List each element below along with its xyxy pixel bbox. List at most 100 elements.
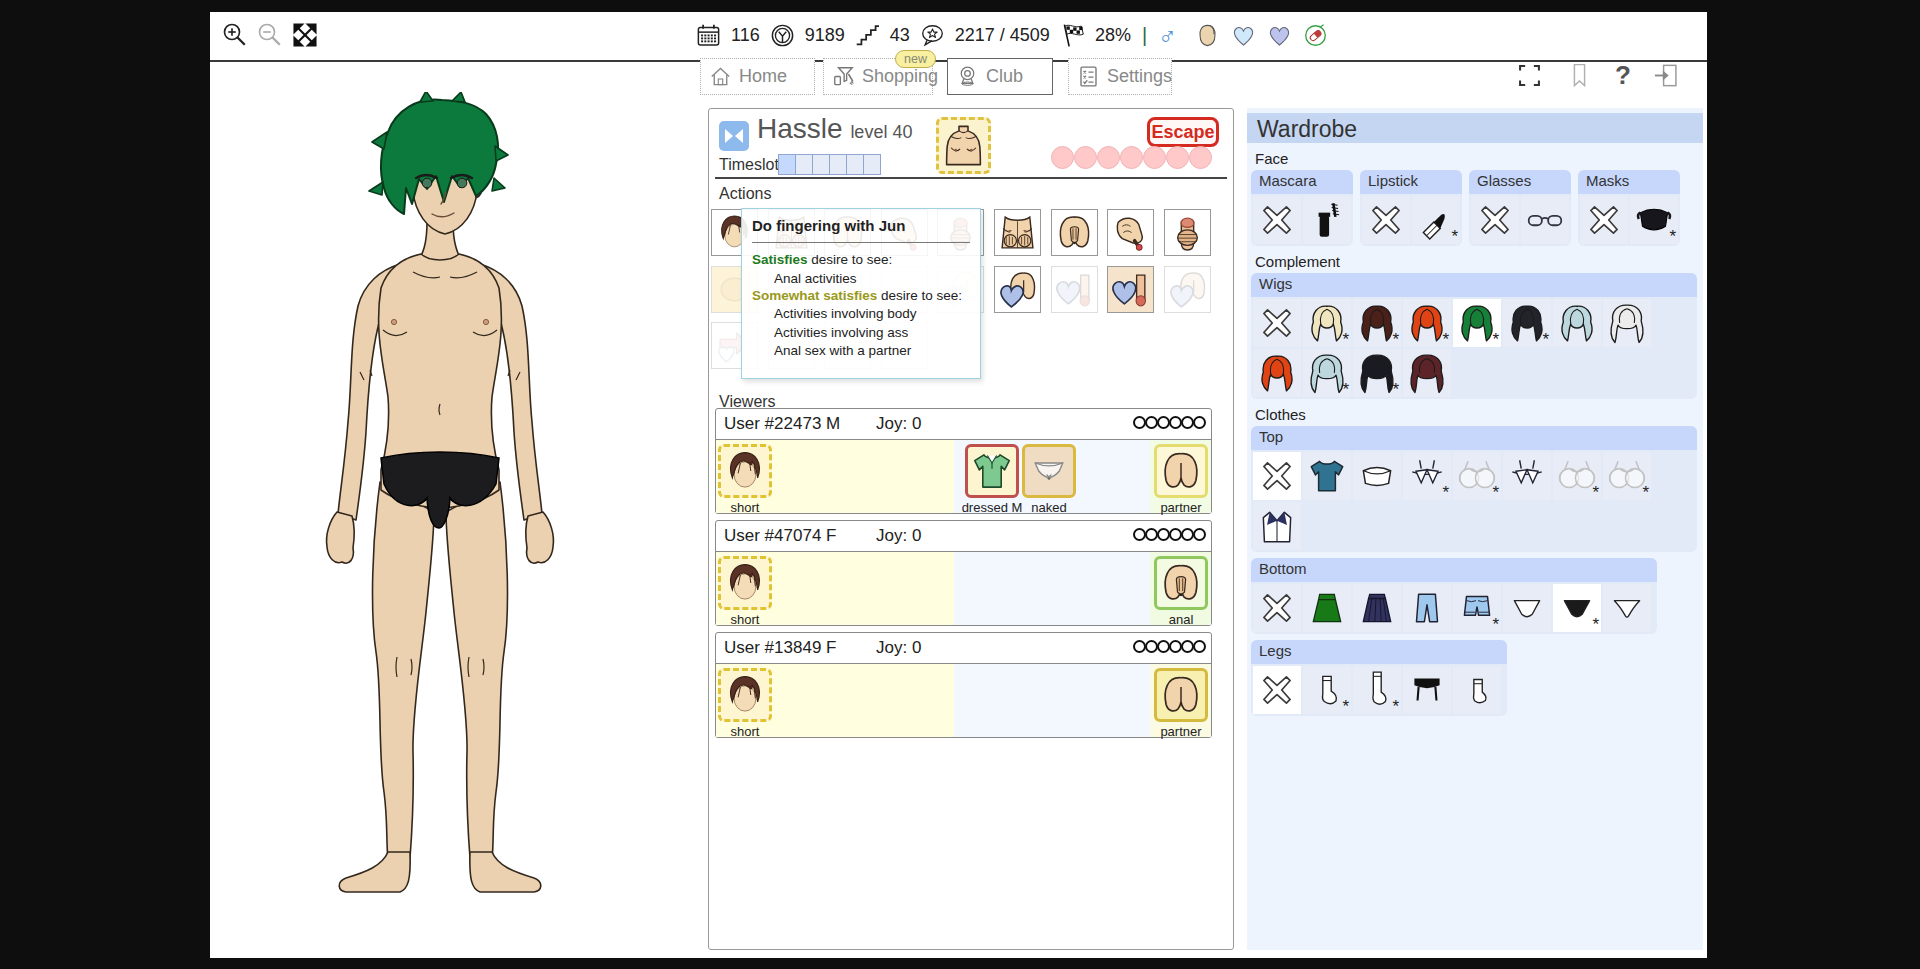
wardrobe-item-bra[interactable]: * xyxy=(1453,452,1501,500)
viewer-icon-partner[interactable] xyxy=(1154,444,1208,498)
calendar-icon xyxy=(695,22,722,49)
viewer-zone-blue xyxy=(954,552,1150,625)
wardrobe-item-lipstick[interactable]: * xyxy=(1412,196,1460,244)
wardrobe-panel-bottom: Bottom** xyxy=(1251,558,1657,634)
owned-star: * xyxy=(1342,330,1349,350)
timeslot-segment xyxy=(846,154,864,175)
action-butt-heart[interactable] xyxy=(1164,266,1211,313)
nav-home[interactable]: Home xyxy=(700,58,815,95)
viewer-icon-naked[interactable] xyxy=(1022,444,1076,498)
wardrobe-item-wig[interactable]: * xyxy=(1353,299,1401,347)
wardrobe-item-wig[interactable]: * xyxy=(1503,299,1551,347)
viewer-icon-partner[interactable] xyxy=(1154,668,1208,722)
action-grip[interactable] xyxy=(1164,209,1211,256)
viewer-avatar[interactable] xyxy=(718,668,772,722)
owned-star: * xyxy=(1442,330,1449,350)
action-butt-hand[interactable] xyxy=(1051,209,1098,256)
wardrobe-panel: Wardrobe FaceMascaraLipstick*GlassesMask… xyxy=(1247,108,1703,950)
wardrobe-item-panties[interactable]: * xyxy=(1553,584,1601,632)
viewer-icon-dressed-m[interactable] xyxy=(965,444,1019,498)
wardrobe-item-mascara-none[interactable] xyxy=(1253,196,1301,244)
wardrobe-title: Wardrobe xyxy=(1247,113,1703,143)
owned-star: * xyxy=(1592,615,1599,635)
heart-slot[interactable] xyxy=(1051,146,1074,169)
exit-icon[interactable] xyxy=(1652,61,1681,90)
heart-slot[interactable] xyxy=(1166,146,1189,169)
action-butt-heart[interactable] xyxy=(994,266,1041,313)
desire-pip xyxy=(1193,640,1206,653)
wardrobe-item-garter[interactable] xyxy=(1403,666,1451,714)
wardrobe-item-pants[interactable] xyxy=(1403,584,1451,632)
heart-slot[interactable] xyxy=(1097,146,1120,169)
wardrobe-item-bra[interactable]: * xyxy=(1553,452,1601,500)
nav-club[interactable]: Club xyxy=(947,58,1053,95)
wardrobe-item-kneesock[interactable]: * xyxy=(1353,666,1401,714)
action-heart-penis[interactable] xyxy=(1107,266,1154,313)
wardrobe-item-wig2[interactable] xyxy=(1403,349,1451,397)
character-figure xyxy=(300,92,580,916)
help-icon[interactable]: ? xyxy=(1615,60,1631,91)
wardrobe-item-skirt[interactable] xyxy=(1303,584,1351,632)
wardrobe-item-pleated[interactable] xyxy=(1353,584,1401,632)
wardrobe-item-jacket[interactable] xyxy=(1253,502,1301,550)
wardrobe-item-legs-none[interactable] xyxy=(1253,666,1301,714)
figure-left-hand xyxy=(327,512,355,563)
wardrobe-item-masks-none[interactable] xyxy=(1580,196,1628,244)
wardrobe-item-wig2[interactable]: * xyxy=(1353,349,1401,397)
wardrobe-item-wig[interactable] xyxy=(1553,299,1601,347)
nav-settings[interactable]: Settings xyxy=(1068,58,1172,95)
wardrobe-item-bikini[interactable]: * xyxy=(1403,452,1451,500)
window-controls: ? xyxy=(1515,60,1681,91)
wardrobe-item-wigs-none[interactable] xyxy=(1253,299,1301,347)
viewer-pips xyxy=(1134,528,1206,541)
wardrobe-item-lipstick-none[interactable] xyxy=(1362,196,1410,244)
wardrobe-item-panties[interactable] xyxy=(1503,584,1551,632)
wardrobe-item-bottom-none[interactable] xyxy=(1253,584,1301,632)
message-icon[interactable] xyxy=(719,121,749,151)
wardrobe-item-wig2[interactable]: * xyxy=(1303,349,1351,397)
heart-slot[interactable] xyxy=(1074,146,1097,169)
escape-button[interactable]: Escape xyxy=(1147,117,1219,147)
wardrobe-panel-masks: Masks* xyxy=(1578,170,1680,246)
wardrobe-item-ankleboot[interactable] xyxy=(1453,666,1501,714)
wardrobe-item-bra[interactable]: * xyxy=(1603,452,1651,500)
bookmark-icon[interactable] xyxy=(1565,61,1594,90)
zoom-out-icon[interactable] xyxy=(255,20,285,50)
heart-slot[interactable] xyxy=(1120,146,1143,169)
heart-slot[interactable] xyxy=(1189,146,1212,169)
wardrobe-item-wig[interactable]: * xyxy=(1303,299,1351,347)
viewer-joy: Joy: 0 xyxy=(876,414,921,434)
fullscreen-icon[interactable] xyxy=(1515,61,1544,90)
viewer-name: User #13849 F xyxy=(724,638,836,658)
wardrobe-item-wig[interactable]: * xyxy=(1453,299,1501,347)
wardrobe-item-sock[interactable]: * xyxy=(1303,666,1351,714)
wardrobe-item-wig[interactable] xyxy=(1253,349,1301,397)
wardrobe-item-wig2[interactable] xyxy=(1603,299,1651,347)
wardrobe-item-shorts[interactable]: * xyxy=(1453,584,1501,632)
action-chest-hands[interactable] xyxy=(994,209,1041,256)
wardrobe-item-glasses-none[interactable] xyxy=(1471,196,1519,244)
character-thumb[interactable] xyxy=(936,117,991,174)
expand-icon[interactable] xyxy=(290,20,320,50)
fame-icon xyxy=(919,22,946,49)
action-finger[interactable] xyxy=(1107,209,1154,256)
wardrobe-item-offshoulder[interactable] xyxy=(1353,452,1401,500)
viewer-icon-anal[interactable] xyxy=(1154,556,1208,610)
tooltip-item: Activities involving ass xyxy=(752,325,970,340)
stat-days: 116 xyxy=(731,25,760,46)
wardrobe-panel-title: Lipstick xyxy=(1360,170,1462,194)
zoom-in-icon[interactable] xyxy=(220,20,250,50)
viewer-avatar[interactable] xyxy=(718,556,772,610)
wardrobe-item-top-none[interactable] xyxy=(1253,452,1301,500)
wardrobe-item-bikini2[interactable] xyxy=(1503,452,1551,500)
wardrobe-item-mascara[interactable] xyxy=(1303,196,1351,244)
wardrobe-item-mask[interactable]: * xyxy=(1630,196,1678,244)
action-heart-penis[interactable] xyxy=(1051,266,1098,313)
wardrobe-item-glasses[interactable] xyxy=(1521,196,1569,244)
viewer-avatar[interactable] xyxy=(718,444,772,498)
wardrobe-item-wig[interactable]: * xyxy=(1403,299,1451,347)
wardrobe-item-tshirt[interactable] xyxy=(1303,452,1351,500)
heart-slot[interactable] xyxy=(1143,146,1166,169)
figure-left-foot xyxy=(339,852,410,892)
wardrobe-item-thong[interactable] xyxy=(1603,584,1651,632)
